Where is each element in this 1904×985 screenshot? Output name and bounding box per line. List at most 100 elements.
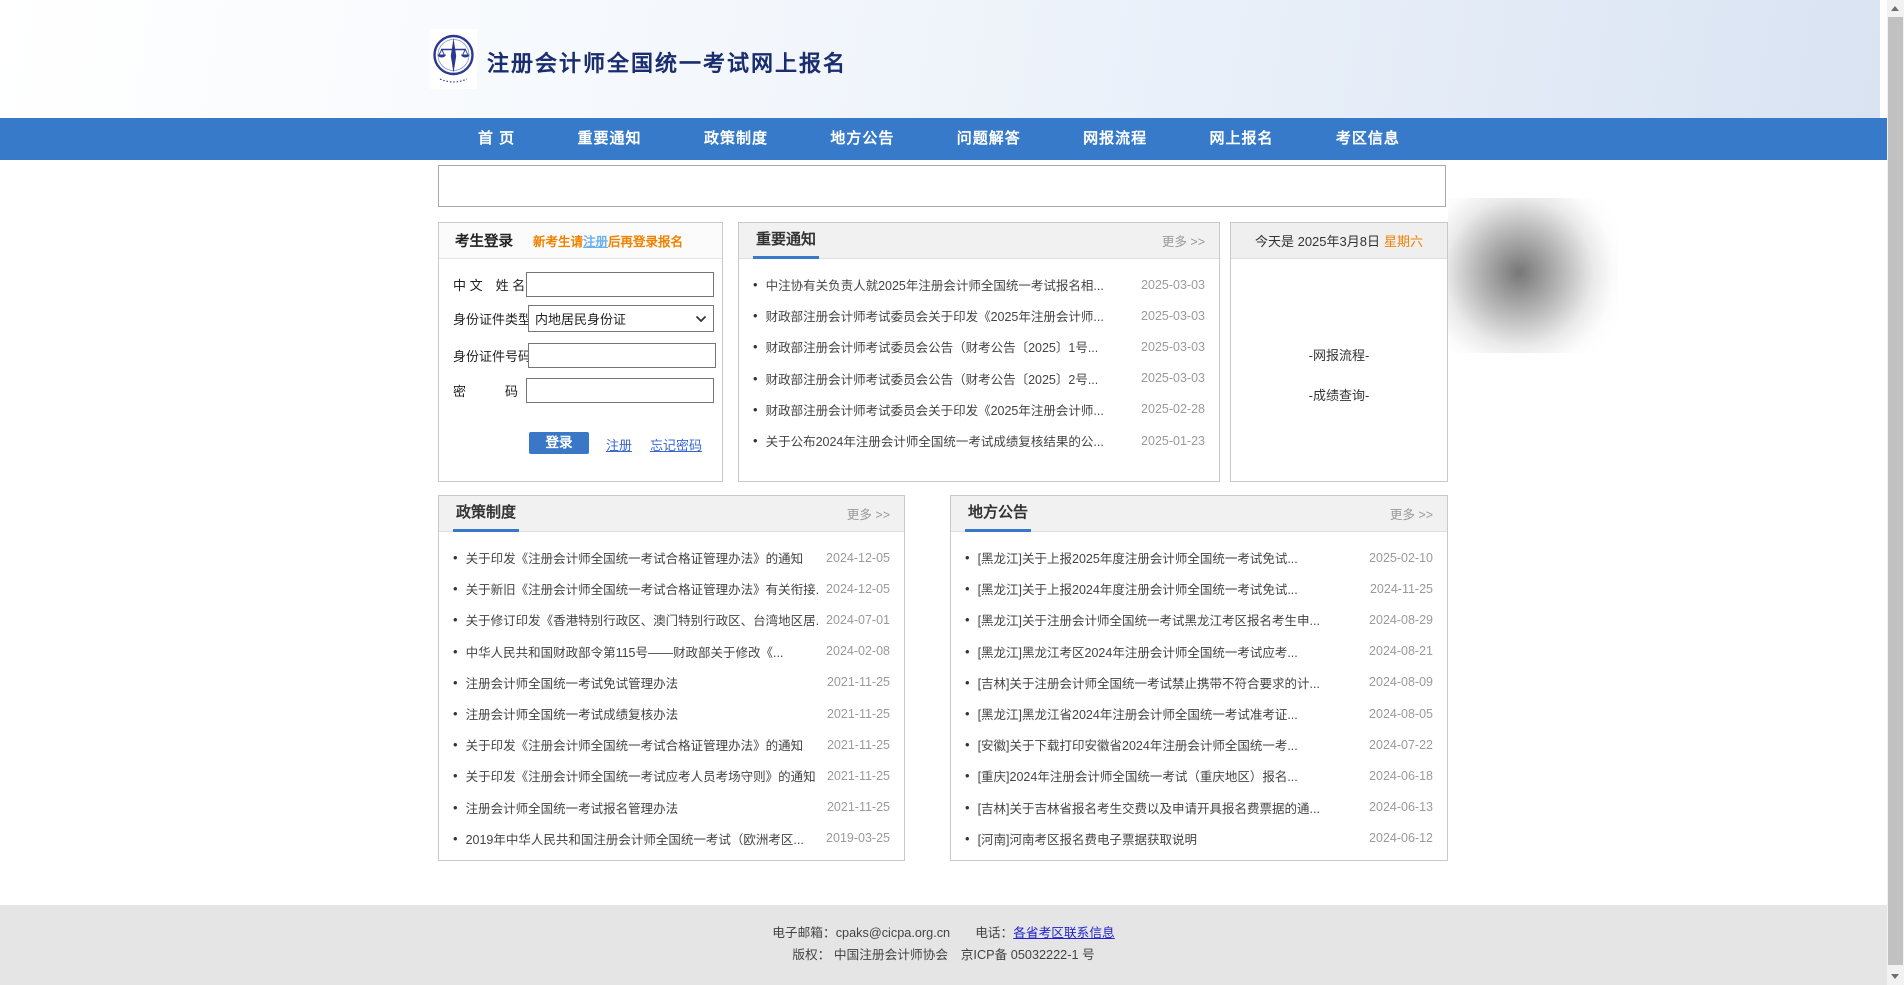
list-item[interactable]: • 关于公布2024年注册会计师全国统一考试成绩复核结果的公... 2025-0…	[753, 425, 1205, 456]
note-prefix: 新考生请	[533, 235, 583, 249]
item-date: 2021-11-25	[827, 769, 890, 783]
local-more-link[interactable]: 更多 >>	[1390, 504, 1433, 523]
bullet-icon: •	[965, 644, 970, 659]
notices-more-link[interactable]: 更多 >>	[1162, 231, 1205, 250]
item-title[interactable]: 关于印发《注册会计师全国统一考试合格证管理办法》的通知	[466, 735, 819, 754]
list-item[interactable]: • 关于印发《注册会计师全国统一考试应考人员考场守则》的通知 2021-11-2…	[453, 760, 890, 791]
item-title[interactable]: 2019年中华人民共和国注册会计师全国统一考试（欧洲考区...	[466, 829, 818, 848]
list-item[interactable]: • 注册会计师全国统一考试免试管理办法 2021-11-25	[453, 667, 890, 698]
phone-label: 电话：	[975, 926, 1013, 940]
bullet-icon: •	[453, 581, 458, 596]
bullet-icon: •	[965, 612, 970, 627]
list-item[interactable]: • 财政部注册会计师考试委员会公告（财考公告〔2025〕1号... 2025-0…	[753, 331, 1205, 362]
item-title[interactable]: 关于公布2024年注册会计师全国统一考试成绩复核结果的公...	[766, 431, 1133, 450]
item-title[interactable]: 财政部注册会计师考试委员会关于印发《2025年注册会计师...	[766, 400, 1133, 419]
list-item[interactable]: • [河南]河南考区报名费电子票据获取说明 2024-06-12	[965, 823, 1433, 854]
nav-item[interactable]: 首 页	[478, 118, 515, 160]
vertical-scrollbar[interactable]	[1887, 0, 1904, 985]
local-title: 地方公告	[965, 496, 1031, 532]
name-row: 中 文 姓 名	[453, 271, 714, 298]
bullet-icon: •	[965, 706, 970, 721]
list-item[interactable]: • [黑龙江]关于上报2024年度注册会计师全国统一考试免试... 2024-1…	[965, 573, 1433, 604]
item-title[interactable]: 关于新旧《注册会计师全国统一考试合格证管理办法》有关衔接...	[466, 579, 818, 598]
list-item[interactable]: • [重庆]2024年注册会计师全国统一考试（重庆地区）报名... 2024-0…	[965, 760, 1433, 791]
today-weekday: 星期六	[1384, 231, 1423, 250]
nav-item[interactable]: 考区信息	[1336, 118, 1400, 160]
item-date: 2024-12-05	[826, 551, 890, 565]
chinese-name-input[interactable]	[526, 272, 714, 297]
item-title[interactable]: [黑龙江]黑龙江省2024年注册会计师全国统一考试准考证...	[978, 704, 1361, 723]
item-title[interactable]: 关于修订印发《香港特别行政区、澳门特别行政区、台湾地区居...	[466, 610, 818, 629]
item-title[interactable]: [安徽]关于下载打印安徽省2024年注册会计师全国统一考...	[978, 735, 1361, 754]
register-link[interactable]: 注册	[606, 435, 632, 454]
nav-item[interactable]: 地方公告	[830, 118, 894, 160]
footer-copyright-line: 版权： 中国注册会计师协会 京ICP备 05032222-1 号	[0, 944, 1887, 963]
list-item[interactable]: • 中注协有关负责人就2025年注册会计师全国统一考试报名相... 2025-0…	[753, 269, 1205, 300]
list-item[interactable]: • [黑龙江]黑龙江考区2024年注册会计师全国统一考试应考... 2024-0…	[965, 636, 1433, 667]
nav-item[interactable]: 问题解答	[957, 118, 1021, 160]
scroll-down-icon[interactable]	[1891, 974, 1899, 979]
item-title[interactable]: [黑龙江]黑龙江考区2024年注册会计师全国统一考试应考...	[978, 642, 1361, 661]
item-title[interactable]: 关于印发《注册会计师全国统一考试应考人员考场守则》的通知	[466, 766, 819, 785]
list-item[interactable]: • 财政部注册会计师考试委员会关于印发《2025年注册会计师... 2025-0…	[753, 300, 1205, 331]
list-item[interactable]: • 关于印发《注册会计师全国统一考试合格证管理办法》的通知 2024-12-05	[453, 542, 890, 573]
nav-item[interactable]: 网报流程	[1083, 118, 1147, 160]
list-item[interactable]: • 关于新旧《注册会计师全国统一考试合格证管理办法》有关衔接... 2024-1…	[453, 573, 890, 604]
list-item[interactable]: • [黑龙江]黑龙江省2024年注册会计师全国统一考试准考证... 2024-0…	[965, 698, 1433, 729]
footer-contact-line: 电子邮箱：cpaks@cicpa.org.cn 电话：各省考区联系信息	[0, 922, 1887, 941]
banner-placeholder	[438, 165, 1446, 207]
process-flow-link[interactable]: -网报流程-	[1231, 345, 1447, 364]
bullet-icon: •	[965, 831, 970, 846]
item-date: 2019-03-25	[826, 831, 890, 845]
nav-item[interactable]: 政策制度	[704, 118, 768, 160]
item-date: 2025-03-03	[1141, 340, 1205, 354]
item-title[interactable]: 中华人民共和国财政部令第115号——财政部关于修改《...	[466, 642, 818, 661]
contact-info-link[interactable]: 各省考区联系信息	[1013, 926, 1115, 940]
id-type-select[interactable]: 内地居民身份证	[528, 305, 714, 332]
cicpa-exam-registration-page: 注册会计师全国统一考试网上报名 首 页 重要通知 政策制度 地方公告 问题解答 …	[0, 0, 1904, 985]
score-query-link[interactable]: -成绩查询-	[1231, 385, 1447, 404]
item-title[interactable]: 财政部注册会计师考试委员会关于印发《2025年注册会计师...	[766, 306, 1133, 325]
item-title[interactable]: 注册会计师全国统一考试成绩复核办法	[466, 704, 819, 723]
list-item[interactable]: • [吉林]关于注册会计师全国统一考试禁止携带不符合要求的计... 2024-0…	[965, 667, 1433, 698]
scroll-up-icon[interactable]	[1891, 6, 1899, 11]
policies-list: • 关于印发《注册会计师全国统一考试合格证管理办法》的通知 2024-12-05…	[439, 532, 904, 854]
nav-item[interactable]: 重要通知	[578, 118, 642, 160]
nav-item[interactable]: 网上报名	[1210, 118, 1274, 160]
item-title[interactable]: 注册会计师全国统一考试报名管理办法	[466, 798, 819, 817]
id-number-input[interactable]	[528, 343, 716, 368]
login-button[interactable]: 登录	[529, 432, 589, 454]
list-item[interactable]: • 注册会计师全国统一考试报名管理办法 2021-11-25	[453, 792, 890, 823]
list-item[interactable]: • 关于印发《注册会计师全国统一考试合格证管理办法》的通知 2021-11-25	[453, 729, 890, 760]
policies-more-link[interactable]: 更多 >>	[847, 504, 890, 523]
item-title[interactable]: 中注协有关负责人就2025年注册会计师全国统一考试报名相...	[766, 275, 1133, 294]
password-input[interactable]	[526, 378, 714, 403]
item-title[interactable]: 注册会计师全国统一考试免试管理办法	[466, 673, 819, 692]
list-item[interactable]: • 财政部注册会计师考试委员会公告（财考公告〔2025〕2号... 2025-0…	[753, 363, 1205, 394]
list-item[interactable]: • [黑龙江]关于注册会计师全国统一考试黑龙江考区报名考生申... 2024-0…	[965, 604, 1433, 635]
item-title[interactable]: [吉林]关于吉林省报名考生交费以及申请开具报名费票据的通...	[978, 798, 1361, 817]
item-title[interactable]: 财政部注册会计师考试委员会公告（财考公告〔2025〕2号...	[766, 369, 1133, 388]
list-item[interactable]: • 中华人民共和国财政部令第115号——财政部关于修改《... 2024-02-…	[453, 636, 890, 667]
main-nav: 首 页 重要通知 政策制度 地方公告 问题解答 网报流程 网上报名 考区信息	[0, 118, 1887, 160]
list-item[interactable]: • 注册会计师全国统一考试成绩复核办法 2021-11-25	[453, 698, 890, 729]
list-item[interactable]: • 财政部注册会计师考试委员会关于印发《2025年注册会计师... 2025-0…	[753, 394, 1205, 425]
item-title[interactable]: [重庆]2024年注册会计师全国统一考试（重庆地区）报名...	[978, 766, 1361, 785]
item-title[interactable]: [黑龙江]关于上报2025年度注册会计师全国统一考试免试...	[978, 548, 1361, 567]
forgot-password-link[interactable]: 忘记密码	[650, 435, 702, 454]
register-inline-link[interactable]: 注册	[583, 235, 608, 249]
list-item[interactable]: • 2019年中华人民共和国注册会计师全国统一考试（欧洲考区... 2019-0…	[453, 823, 890, 854]
item-title[interactable]: [河南]河南考区报名费电子票据获取说明	[978, 829, 1361, 848]
list-item[interactable]: • [吉林]关于吉林省报名考生交费以及申请开具报名费票据的通... 2024-0…	[965, 792, 1433, 823]
item-title[interactable]: [黑龙江]关于注册会计师全国统一考试黑龙江考区报名考生申...	[978, 610, 1361, 629]
scrollbar-thumb[interactable]	[1888, 17, 1903, 965]
item-title[interactable]: [黑龙江]关于上报2024年度注册会计师全国统一考试免试...	[978, 579, 1362, 598]
policies-panel: 政策制度 更多 >> • 关于印发《注册会计师全国统一考试合格证管理办法》的通知…	[438, 495, 905, 861]
item-title[interactable]: 财政部注册会计师考试委员会公告（财考公告〔2025〕1号...	[766, 337, 1133, 356]
list-item[interactable]: • 关于修订印发《香港特别行政区、澳门特别行政区、台湾地区居... 2024-0…	[453, 604, 890, 635]
list-item[interactable]: • [安徽]关于下载打印安徽省2024年注册会计师全国统一考... 2024-0…	[965, 729, 1433, 760]
item-title[interactable]: 关于印发《注册会计师全国统一考试合格证管理办法》的通知	[466, 548, 818, 567]
list-item[interactable]: • [黑龙江]关于上报2025年度注册会计师全国统一考试免试... 2025-0…	[965, 542, 1433, 573]
item-title[interactable]: [吉林]关于注册会计师全国统一考试禁止携带不符合要求的计...	[978, 673, 1361, 692]
login-header: 考生登录 新考生请注册后再登录报名	[439, 223, 722, 259]
